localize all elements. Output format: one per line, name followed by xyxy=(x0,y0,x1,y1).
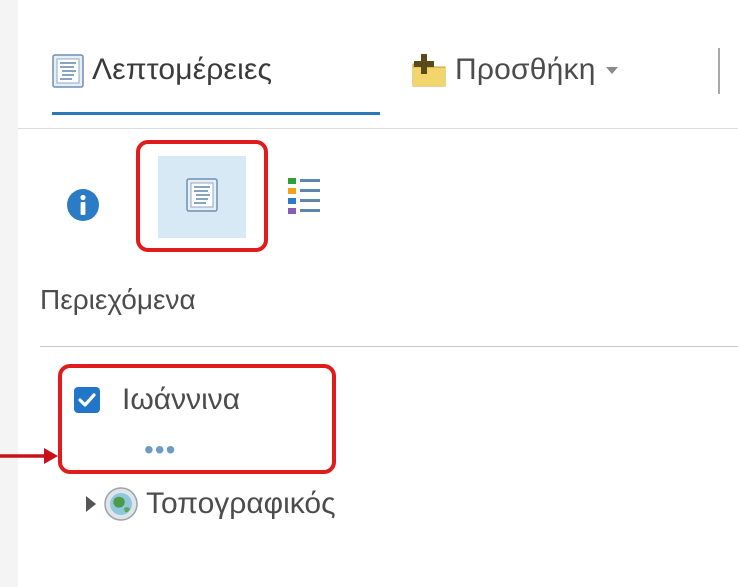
caret-down-icon[interactable] xyxy=(605,67,618,74)
left-gutter xyxy=(0,0,18,587)
details-document-icon xyxy=(186,178,218,212)
add-folder-plus-icon xyxy=(412,54,446,87)
globe-icon xyxy=(104,487,138,521)
layer-name[interactable]: Ιωάννινα xyxy=(122,380,240,420)
basemap-item: Τοπογραφικός xyxy=(86,484,336,524)
tab-details-label: Λεπτομέρειες xyxy=(92,53,273,86)
expand-caret-icon[interactable] xyxy=(86,496,96,512)
toolbar-divider xyxy=(718,48,720,94)
layer-checkbox[interactable] xyxy=(74,387,100,413)
tab-add-label: Προσθήκη xyxy=(455,53,596,86)
legend-list-icon[interactable] xyxy=(286,176,322,216)
content-panel: Λεπτομέρειες Προσθήκη Περιεχόμενα Ιωάννι… xyxy=(18,0,738,587)
checkmark-icon xyxy=(78,393,96,407)
tab-add[interactable]: Προσθήκη xyxy=(411,50,618,90)
details-view-button[interactable] xyxy=(158,156,246,238)
callout-arrow-icon xyxy=(0,448,58,464)
contents-divider xyxy=(40,346,738,347)
info-icon[interactable] xyxy=(66,188,100,222)
more-options-icon[interactable]: ••• xyxy=(144,436,176,464)
contents-heading: Περιεχόμενα xyxy=(40,284,196,315)
view-switcher xyxy=(18,128,738,258)
basemap-name: Τοπογραφικός xyxy=(146,487,336,520)
details-document-icon xyxy=(52,54,84,88)
tab-details[interactable]: Λεπτομέρειες xyxy=(52,50,380,116)
panel-toolbar: Λεπτομέρειες Προσθήκη xyxy=(18,0,738,129)
active-tab-indicator xyxy=(52,112,380,115)
layer-item: Ιωάννινα xyxy=(74,380,240,420)
